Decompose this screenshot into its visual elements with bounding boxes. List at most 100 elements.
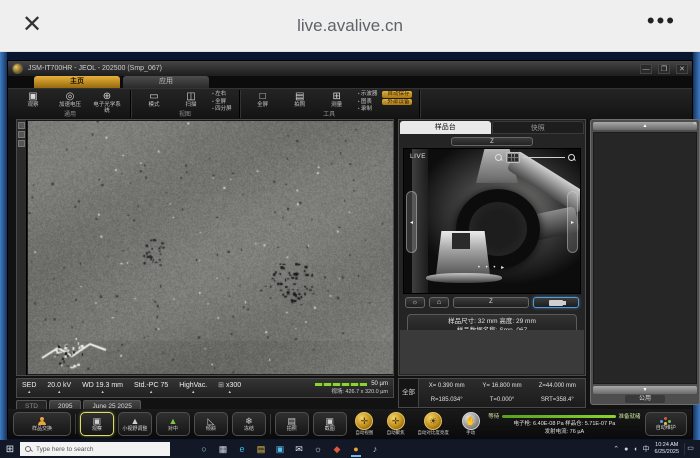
ribbon-toolbar: ▣ 观察 ◎ 加速电压 ⊕ 电子光学系统 通用 ▭ 模式 — [8, 88, 692, 118]
observe-button[interactable]: ▣ 观察 — [17, 91, 49, 108]
dock-divider — [75, 414, 76, 434]
z-move-button[interactable]: Z — [453, 297, 529, 308]
taskbar-search-input[interactable]: Type here to search — [20, 442, 170, 456]
close-icon[interactable]: ✕ — [22, 10, 42, 39]
tab-snapshot[interactable]: 快照 — [492, 121, 585, 134]
sem-side-button[interactable] — [18, 131, 25, 138]
wd-status[interactable]: WD 19.3 mm — [82, 382, 123, 394]
desktop-edge-left — [0, 52, 7, 440]
taskbar-clock[interactable]: 10:24 AM 6/25/2025 — [655, 442, 679, 456]
scan-button[interactable]: ◫ 扫描 — [175, 91, 207, 108]
gallery-scroll-up[interactable]: ▲ — [593, 122, 697, 130]
minimize-button[interactable]: — — [640, 64, 652, 74]
group-label-tools: 工具 — [240, 109, 419, 118]
chamber-camera-view[interactable]: LIVE ◂ ▸ • • • ▸ — [403, 148, 581, 294]
auto-focus-button[interactable]: ✛ 自动聚焦 — [382, 412, 409, 436]
mail-icon[interactable]: ✉ — [293, 441, 305, 457]
more-menu-icon[interactable]: ••• — [647, 8, 676, 34]
zoom-out-icon[interactable] — [495, 154, 503, 162]
grid-toggle-button[interactable] — [506, 152, 520, 163]
settings-icon[interactable]: ☼ — [312, 441, 324, 457]
maximize-button[interactable]: ❐ — [658, 64, 670, 74]
auto-view-label: 自动视图 — [355, 430, 373, 436]
mode-icon: ▭ — [138, 91, 170, 102]
auto-view-button[interactable]: ✛ 自动视图 — [351, 412, 378, 436]
app-title: JSM-IT700HR - JEOL - 202500 (Smp_067) — [28, 65, 162, 72]
auto-contrast-brightness-button[interactable]: ☀ 自动对比度亮度 — [413, 412, 453, 436]
hv-label: 加速电压 — [54, 102, 86, 108]
home-button[interactable]: ⌂ — [429, 297, 449, 308]
stage-panel-empty-area — [400, 330, 584, 374]
dock-snapshot-button[interactable]: ▣ 截图 — [313, 412, 347, 436]
dock-small-fov-button[interactable]: ▲ 小视野调整 — [118, 412, 152, 436]
probe-current-status[interactable]: Std.-PC 75 — [134, 382, 168, 394]
app-titlebar[interactable]: JSM-IT700HR - JEOL - 202500 (Smp_067) — … — [8, 61, 692, 76]
dock-observe-button[interactable]: ▣ 观察 — [80, 412, 114, 436]
measure-button[interactable]: ⊞ 测量 — [321, 91, 353, 108]
audio-app-icon[interactable]: ♪ — [369, 441, 381, 457]
gallery-label: 公用 — [625, 395, 665, 403]
split-lr-button[interactable]: 左右 — [212, 91, 232, 98]
external-device-button[interactable]: 外部设备 — [382, 99, 411, 106]
zoom-in-icon[interactable] — [568, 154, 576, 162]
tab-apps[interactable]: 应用 — [123, 76, 209, 88]
dock-photo-button[interactable]: ▤ 拍照 — [275, 412, 309, 436]
scan-icon: ◫ — [175, 91, 207, 102]
dock-tilt-button[interactable]: ◺ 倾斜 — [194, 412, 228, 436]
specimen-exchange-button[interactable]: 样品交换 — [13, 412, 71, 436]
gallery-list[interactable] — [593, 132, 697, 384]
tab-stage[interactable]: 样品台 — [400, 121, 491, 134]
observe-label: 观察 — [17, 102, 49, 108]
remote-screen: ✕ live.avalive.cn ••• JSM-IT700HR - JEOL… — [0, 0, 700, 458]
coords-group-label[interactable]: 全部 — [399, 379, 419, 407]
tray-volume-icon[interactable]: ◖ — [633, 446, 637, 453]
notification-center-icon[interactable]: ▭ — [684, 443, 696, 455]
autosave-button[interactable]: 自动保存 — [382, 91, 411, 98]
edge-icon[interactable]: e — [236, 441, 248, 457]
zoom-slider[interactable] — [523, 157, 565, 158]
start-button[interactable]: ⊞ — [0, 444, 20, 455]
mode-button[interactable]: ▭ 模式 — [138, 91, 170, 108]
auto-maintenance-button[interactable]: 自动维护 — [645, 412, 687, 436]
detector-status[interactable]: SED — [22, 382, 36, 394]
file-explorer-icon[interactable]: ▤ — [255, 441, 267, 457]
hv-status[interactable]: 20.0 kV — [47, 382, 71, 394]
fullscreen-button[interactable]: 全屏 — [212, 99, 232, 106]
browser-title: live.avalive.cn — [0, 16, 700, 36]
field-of-view: 视场: 426.7 x 320.0 µm — [331, 387, 388, 395]
oscilloscope-button[interactable]: 示波器 — [358, 91, 378, 98]
tray-chevron-icon[interactable]: ⌃ — [613, 445, 619, 453]
vacuum-status[interactable]: HighVac. — [179, 382, 207, 394]
pan-right-button[interactable]: ▸ — [567, 191, 578, 253]
chart-button[interactable]: 图表 — [358, 99, 378, 106]
gallery-scroll-down[interactable]: ▼ — [593, 386, 697, 394]
dock-small-fov-label: 小视野调整 — [122, 426, 147, 432]
gallery-close-icon[interactable]: ✕ — [693, 121, 697, 127]
dock-freeze-button[interactable]: ❄ 冻结 — [232, 412, 266, 436]
magnification-status[interactable]: ⊞ x300 — [218, 382, 241, 394]
task-view-icon[interactable]: ▦ — [217, 441, 229, 457]
dock-centering-button[interactable]: ▲ 对中 — [156, 412, 190, 436]
close-window-button[interactable]: ✕ — [676, 64, 688, 74]
sem-side-button[interactable] — [18, 140, 25, 147]
tab-home[interactable]: 主页 — [34, 76, 120, 88]
camera-button[interactable] — [533, 297, 579, 308]
sem-micrograph[interactable] — [28, 121, 393, 374]
hv-button[interactable]: ◎ 加速电压 — [54, 91, 86, 108]
stage-x: X= 0.390 mm — [419, 379, 474, 393]
sem-side-button[interactable] — [18, 122, 25, 129]
settings-button[interactable]: ☼ — [405, 297, 425, 308]
photo-button[interactable]: ▤ 拍照 — [284, 91, 316, 108]
ribbon-group-view: ▭ 模式 ◫ 扫描 左右 全屏 四分屏 视图 — [131, 90, 240, 118]
photoshop-icon[interactable]: ◆ — [331, 441, 343, 457]
pan-left-button[interactable]: ◂ — [406, 191, 417, 253]
manual-mode-button[interactable]: ✋ 手动 — [457, 412, 484, 436]
tray-ime-icon[interactable]: 中 — [643, 444, 650, 454]
full-button[interactable]: □ 全屏 — [247, 91, 279, 108]
chamber-button-row: ☼ ⌂ Z — [399, 294, 585, 310]
store-icon[interactable]: ▣ — [274, 441, 286, 457]
tray-status-icon[interactable]: ● — [624, 446, 628, 453]
z-axis-dropdown[interactable]: Z — [451, 137, 533, 146]
sem-app-taskbar-icon[interactable]: ● — [350, 441, 362, 457]
cortana-icon[interactable]: ○ — [198, 441, 210, 457]
